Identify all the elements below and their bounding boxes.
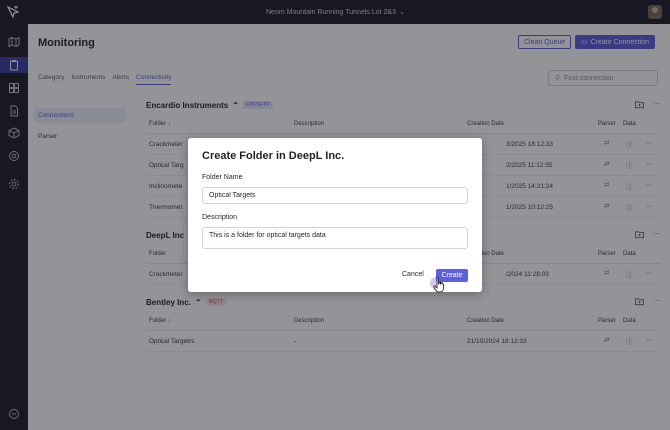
- create-folder-dialog: Create Folder in DeepL Inc. Folder Name …: [188, 138, 482, 293]
- description-textarea[interactable]: This is a folder for optical targets dat…: [202, 227, 468, 249]
- folder-name-input[interactable]: [202, 187, 468, 204]
- description-label: Description: [202, 214, 238, 221]
- dialog-title: Create Folder in DeepL Inc.: [202, 150, 345, 162]
- folder-name-label: Folder Name: [202, 174, 243, 181]
- hand-cursor-icon: [433, 277, 444, 293]
- cancel-button[interactable]: Cancel: [402, 271, 424, 278]
